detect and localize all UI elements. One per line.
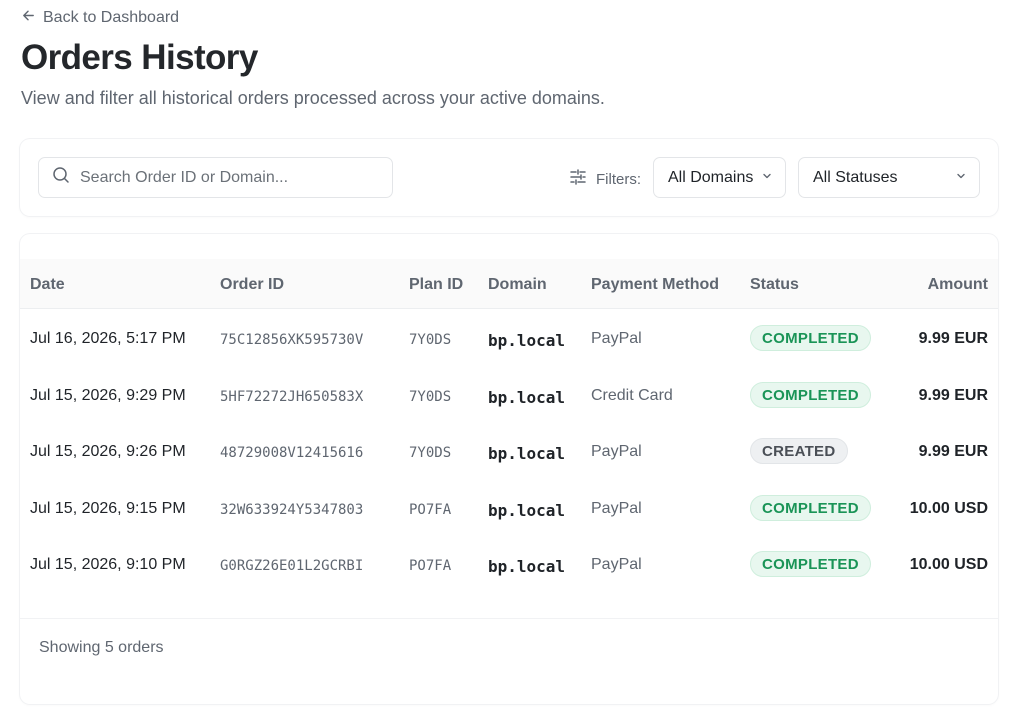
search-input[interactable]	[80, 168, 360, 187]
status-filter-value: All Statuses	[813, 168, 898, 186]
column-header-date[interactable]: Date	[30, 276, 65, 294]
order-domain: bp.local	[488, 388, 566, 407]
plan-id: 7Y0DS	[409, 332, 452, 348]
filters-label-group: Filters:	[569, 168, 641, 190]
status-badge: COMPLETED	[750, 382, 871, 408]
status-badge: COMPLETED	[750, 551, 871, 577]
table-row[interactable]: Jul 15, 2026, 9:26 PM 48729008V12415616 …	[20, 423, 998, 480]
order-id: 75C12856XK595730V	[220, 332, 364, 348]
table-row[interactable]: Jul 15, 2026, 9:29 PM 5HF72272JH650583X …	[20, 367, 998, 424]
status-filter-select[interactable]: All Statuses	[798, 157, 980, 198]
filter-bar: Filters: All Domains All Statuses	[20, 139, 998, 216]
order-date: Jul 15, 2026, 9:29 PM	[30, 387, 186, 404]
status-badge: COMPLETED	[750, 325, 871, 351]
order-domain: bp.local	[488, 331, 566, 350]
table-footer: Showing 5 orders	[20, 618, 998, 704]
order-id: 48729008V12415616	[220, 445, 364, 461]
back-link-label: Back to Dashboard	[43, 9, 180, 26]
orders-count: Showing 5 orders	[39, 639, 164, 656]
status-badge: COMPLETED	[750, 495, 871, 521]
payment-method: PayPal	[591, 500, 642, 517]
plan-id: 7Y0DS	[409, 389, 452, 405]
order-id: G0RGZ26E01L2GCRBI	[220, 558, 364, 574]
order-date: Jul 15, 2026, 9:10 PM	[30, 556, 186, 573]
table-row[interactable]: Jul 15, 2026, 9:10 PM G0RGZ26E01L2GCRBI …	[20, 536, 998, 593]
domain-filter-select[interactable]: All Domains	[653, 157, 786, 198]
order-id: 32W633924Y5347803	[220, 502, 364, 518]
payment-method: PayPal	[591, 330, 642, 347]
order-amount: 9.99 EUR	[918, 387, 988, 404]
orders-table: Date Order ID Plan ID Domain Payment Met…	[20, 234, 998, 704]
payment-method: Credit Card	[591, 387, 673, 404]
order-amount: 10.00 USD	[909, 500, 988, 517]
domain-filter-value: All Domains	[668, 168, 754, 186]
order-amount: 9.99 EUR	[918, 330, 988, 347]
status-badge: CREATED	[750, 438, 848, 464]
order-date: Jul 15, 2026, 9:26 PM	[30, 443, 186, 460]
order-domain: bp.local	[488, 557, 566, 576]
column-header-amount[interactable]: Amount	[928, 276, 988, 294]
plan-id: PO7FA	[409, 502, 452, 518]
chevron-down-icon	[761, 169, 773, 187]
order-amount: 9.99 EUR	[918, 443, 988, 460]
table-row[interactable]: Jul 15, 2026, 9:15 PM 32W633924Y5347803 …	[20, 480, 998, 537]
plan-id: PO7FA	[409, 558, 452, 574]
sliders-icon	[569, 168, 587, 190]
page-subtitle: View and filter all historical orders pr…	[21, 88, 605, 108]
table-header: Date Order ID Plan ID Domain Payment Met…	[20, 259, 998, 309]
column-header-order-id[interactable]: Order ID	[220, 276, 284, 294]
order-domain: bp.local	[488, 444, 566, 463]
order-date: Jul 16, 2026, 5:17 PM	[30, 330, 186, 347]
page-title: Orders History	[21, 38, 258, 77]
plan-id: 7Y0DS	[409, 445, 452, 461]
orders-history-page: Back to Dashboard Orders History View an…	[0, 0, 1024, 711]
column-header-domain[interactable]: Domain	[488, 276, 547, 294]
chevron-down-icon	[955, 169, 967, 187]
arrow-left-icon	[21, 8, 36, 28]
search-icon	[52, 166, 70, 189]
order-amount: 10.00 USD	[909, 556, 988, 573]
search-box[interactable]	[38, 157, 393, 198]
filters-label: Filters:	[596, 170, 641, 188]
order-domain: bp.local	[488, 501, 566, 520]
payment-method: PayPal	[591, 556, 642, 573]
order-date: Jul 15, 2026, 9:15 PM	[30, 500, 186, 517]
order-id: 5HF72272JH650583X	[220, 389, 364, 405]
column-header-payment-method[interactable]: Payment Method	[591, 276, 719, 294]
back-to-dashboard-link[interactable]: Back to Dashboard	[21, 8, 179, 28]
payment-method: PayPal	[591, 443, 642, 460]
table-row[interactable]: Jul 16, 2026, 5:17 PM 75C12856XK595730V …	[20, 310, 998, 367]
column-header-plan-id[interactable]: Plan ID	[409, 276, 463, 294]
column-header-status[interactable]: Status	[750, 276, 799, 294]
